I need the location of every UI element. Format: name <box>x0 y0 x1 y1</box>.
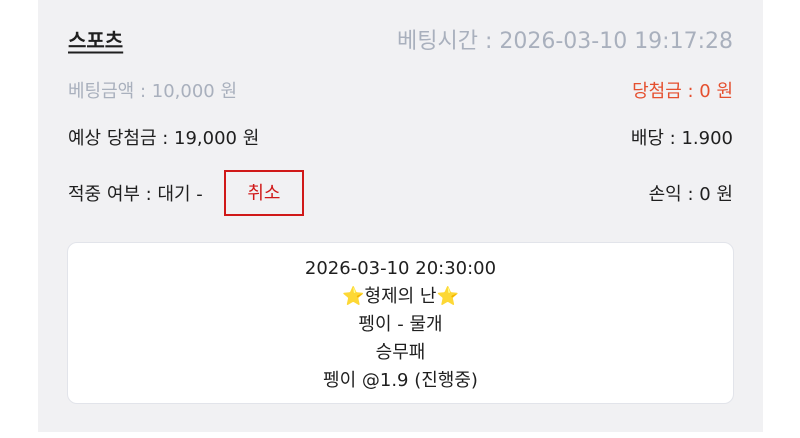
bet-card: 스포츠 베팅시간 : 2026-03-10 19:17:28 베팅금액 : 10… <box>38 0 763 432</box>
match-detail-box: 2026-03-10 20:30:00 ⭐형제의 난⭐ 펭이 - 물개 승무패 … <box>67 242 734 404</box>
match-market: 승무패 <box>375 342 426 363</box>
bet-category: 스포츠 <box>68 28 124 53</box>
star-icon: ⭐ <box>436 286 459 307</box>
match-pick: 펭이 @1.9 (진행중) <box>323 370 478 391</box>
league-name: 형제의 난 <box>364 286 437 307</box>
bet-time: 베팅시간 : 2026-03-10 19:17:28 <box>396 29 733 54</box>
match-teams: 펭이 - 물개 <box>358 314 443 335</box>
bet-amount-row: 베팅금액 : 10,000 원 당첨금 : 0 원 <box>68 73 733 107</box>
status-row: 적중 여부 : 대기 - 취소 손익 : 0 원 <box>68 170 733 216</box>
hit-status: 적중 여부 : 대기 - <box>68 184 203 205</box>
odds: 배당 : 1.900 <box>630 128 733 149</box>
match-league: ⭐형제의 난⭐ <box>68 283 733 311</box>
profit: 손익 : 0 원 <box>648 184 733 205</box>
status-group: 적중 여부 : 대기 - 취소 <box>68 170 304 216</box>
bet-amount: 베팅금액 : 10,000 원 <box>68 81 238 102</box>
winnings: 당첨금 : 0 원 <box>632 81 733 102</box>
bet-header-row: 스포츠 베팅시간 : 2026-03-10 19:17:28 <box>68 22 733 56</box>
star-icon: ⭐ <box>342 286 365 307</box>
expected-winnings: 예상 당첨금 : 19,000 원 <box>68 128 260 149</box>
match-datetime: 2026-03-10 20:30:00 <box>304 258 497 279</box>
expected-row: 예상 당첨금 : 19,000 원 배당 : 1.900 <box>68 120 733 154</box>
cancel-button[interactable]: 취소 <box>223 170 304 216</box>
